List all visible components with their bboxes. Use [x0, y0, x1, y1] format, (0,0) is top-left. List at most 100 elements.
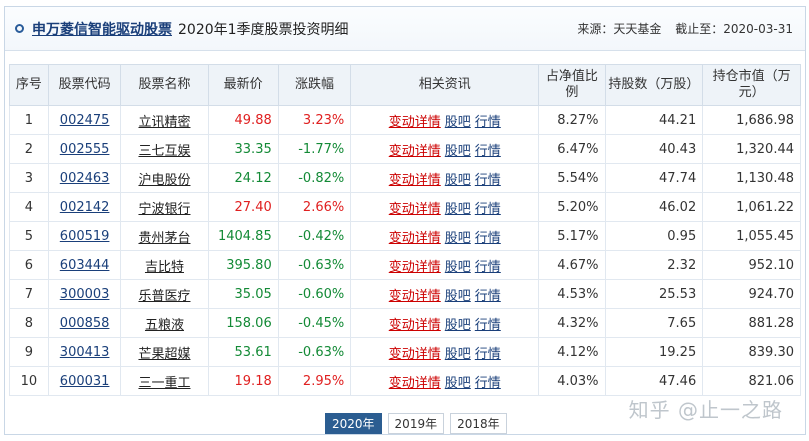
col-header-info: 相关资讯	[350, 64, 540, 106]
change-detail-link[interactable]: 变动详情	[389, 260, 441, 275]
stock-name-link[interactable]: 芒果超媒	[138, 347, 190, 362]
quote-link[interactable]: 行情	[475, 202, 501, 217]
row-no: 8	[9, 308, 49, 338]
nav-ratio: 4.03%	[538, 366, 606, 396]
table-row: 7 300003 乐普医疗 35.05 -0.60% 变动详情 股吧 行情 4.53% 25.53…	[9, 279, 801, 309]
col-header-code: 股票代码	[47, 64, 122, 106]
watermark: 知乎 @止一之路	[628, 398, 783, 422]
quote-link[interactable]: 行情	[475, 347, 501, 362]
guba-link[interactable]: 股吧	[445, 173, 471, 188]
stock-name-link[interactable]: 贵州茅台	[138, 231, 190, 246]
table-row: 5 600519 贵州茅台 1404.85 -0.42% 变动详情 股吧 行情 5.17% 0.9…	[9, 221, 801, 251]
info-links: 变动详情 股吧 行情	[350, 221, 540, 251]
latest-price: 27.40	[207, 192, 279, 222]
stock-name-link[interactable]: 五粮液	[145, 318, 184, 333]
col-header-name: 股票名称	[120, 64, 209, 106]
info-links: 变动详情 股吧 行情	[350, 366, 540, 396]
year-tab-2020[interactable]: 2020年	[325, 413, 382, 434]
market-value: 1,055.45	[702, 221, 801, 251]
fund-name-link[interactable]: 申万菱信智能驱动股票	[32, 19, 172, 39]
shares-held: 7.65	[604, 308, 704, 338]
table-row: 8 000858 五粮液 158.06 -0.45% 变动详情 股吧 行情 4.32% 7.65 8…	[9, 308, 801, 338]
stock-code-link[interactable]: 300003	[60, 287, 110, 302]
latest-price: 395.80	[207, 250, 279, 280]
stock-code-link[interactable]: 000858	[60, 316, 110, 331]
quote-link[interactable]: 行情	[475, 289, 501, 304]
stock-name-link[interactable]: 吉比特	[145, 260, 184, 275]
quote-link[interactable]: 行情	[475, 115, 501, 130]
table-row: 6 603444 吉比特 395.80 -0.63% 变动详情 股吧 行情 4.67% 2.32 9…	[9, 250, 801, 280]
guba-link[interactable]: 股吧	[445, 318, 471, 333]
col-header-change: 涨跌幅	[277, 64, 352, 106]
market-value: 1,320.44	[702, 134, 801, 164]
stock-code-link[interactable]: 002555	[60, 142, 110, 157]
guba-link[interactable]: 股吧	[445, 289, 471, 304]
row-no: 9	[9, 337, 49, 367]
change-detail-link[interactable]: 变动详情	[389, 202, 441, 217]
stock-name-cell: 沪电股份	[120, 163, 209, 193]
info-links: 变动详情 股吧 行情	[350, 337, 540, 367]
stock-code-link[interactable]: 002142	[60, 200, 110, 215]
stock-code-link[interactable]: 002475	[60, 113, 110, 128]
holdings-panel: 申万菱信智能驱动股票 2020年1季度股票投资明细 来源：天天基金 截止至：20…	[4, 6, 806, 435]
header-meta: 来源：天天基金 截止至：2020-03-31	[567, 20, 793, 37]
panel-header: 申万菱信智能驱动股票 2020年1季度股票投资明细 来源：天天基金 截止至：20…	[5, 7, 805, 51]
year-tab-2018[interactable]: 2018年	[450, 413, 507, 434]
stock-name-link[interactable]: 立讯精密	[138, 115, 190, 130]
bullet-icon	[15, 24, 24, 33]
quote-link[interactable]: 行情	[475, 144, 501, 159]
change-detail-link[interactable]: 变动详情	[389, 144, 441, 159]
market-value: 1,130.48	[702, 163, 801, 193]
guba-link[interactable]: 股吧	[445, 144, 471, 159]
guba-link[interactable]: 股吧	[445, 260, 471, 275]
change-percent: -0.63%	[277, 337, 352, 367]
info-links: 变动详情 股吧 行情	[350, 279, 540, 309]
stock-code-link[interactable]: 600031	[60, 374, 110, 389]
quote-link[interactable]: 行情	[475, 173, 501, 188]
change-percent: 2.95%	[277, 366, 352, 396]
guba-link[interactable]: 股吧	[445, 347, 471, 362]
stock-code-link[interactable]: 002463	[60, 171, 110, 186]
change-detail-link[interactable]: 变动详情	[389, 231, 441, 246]
table-row: 9 300413 芒果超媒 53.61 -0.63% 变动详情 股吧 行情 4.12% 19.25…	[9, 337, 801, 367]
change-detail-link[interactable]: 变动详情	[389, 115, 441, 130]
change-percent: -0.45%	[277, 308, 352, 338]
change-detail-link[interactable]: 变动详情	[389, 173, 441, 188]
col-header-no: 序号	[9, 64, 49, 106]
change-detail-link[interactable]: 变动详情	[389, 347, 441, 362]
stock-code-link[interactable]: 603444	[60, 258, 110, 273]
latest-price: 35.05	[207, 279, 279, 309]
stock-name-cell: 宁波银行	[120, 192, 209, 222]
guba-link[interactable]: 股吧	[445, 202, 471, 217]
stock-name-link[interactable]: 三七互娱	[138, 144, 190, 159]
guba-link[interactable]: 股吧	[445, 376, 471, 391]
change-percent: -0.63%	[277, 250, 352, 280]
market-value: 821.06	[702, 366, 801, 396]
stock-code-link[interactable]: 600519	[60, 229, 110, 244]
quote-link[interactable]: 行情	[475, 376, 501, 391]
row-no: 3	[9, 163, 49, 193]
nav-ratio: 5.54%	[538, 163, 606, 193]
stock-name-link[interactable]: 三一重工	[138, 376, 190, 391]
stock-code-link[interactable]: 300413	[60, 345, 110, 360]
stock-name-cell: 三一重工	[120, 366, 209, 396]
info-links: 变动详情 股吧 行情	[350, 308, 540, 338]
change-detail-link[interactable]: 变动详情	[389, 376, 441, 391]
change-detail-link[interactable]: 变动详情	[389, 289, 441, 304]
guba-link[interactable]: 股吧	[445, 231, 471, 246]
quote-link[interactable]: 行情	[475, 231, 501, 246]
nav-ratio: 5.20%	[538, 192, 606, 222]
stock-name-link[interactable]: 乐普医疗	[138, 289, 190, 304]
col-header-shares: 持股数（万股）	[604, 64, 704, 106]
year-tab-2019[interactable]: 2019年	[387, 413, 445, 434]
shares-held: 0.95	[604, 221, 704, 251]
quote-link[interactable]: 行情	[475, 318, 501, 333]
change-detail-link[interactable]: 变动详情	[389, 318, 441, 333]
latest-price: 33.35	[207, 134, 279, 164]
quote-link[interactable]: 行情	[475, 260, 501, 275]
stock-name-link[interactable]: 宁波银行	[138, 202, 190, 217]
stock-name-cell: 三七互娱	[120, 134, 209, 164]
guba-link[interactable]: 股吧	[445, 115, 471, 130]
stock-name-link[interactable]: 沪电股份	[138, 173, 190, 188]
shares-held: 25.53	[604, 279, 704, 309]
